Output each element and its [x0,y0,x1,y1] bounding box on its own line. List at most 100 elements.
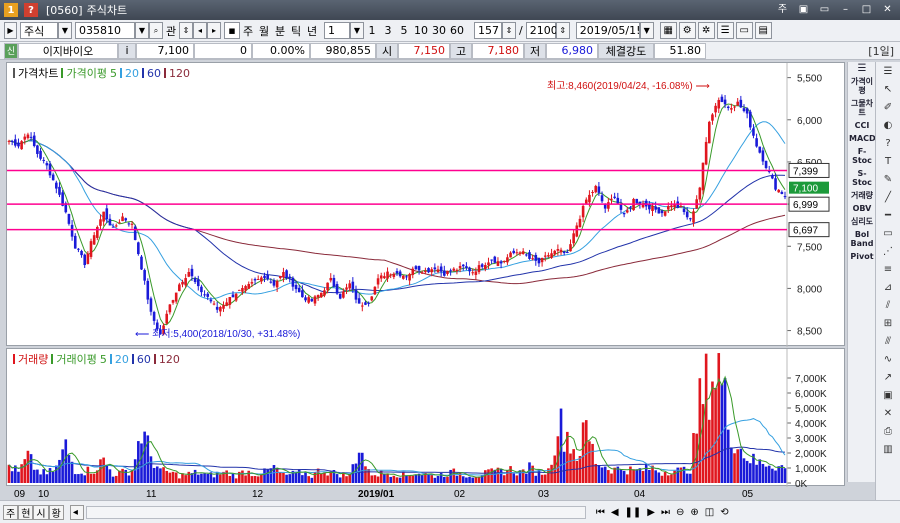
brush-icon[interactable]: ✎ [879,174,897,188]
window-icon[interactable]: ▭ [735,22,753,39]
minute-10[interactable]: 10 [412,22,430,39]
period-day[interactable]: ▪ [224,22,240,39]
delete-icon[interactable]: ✕ [879,408,897,422]
interval-input[interactable]: 1 [324,22,350,39]
volume-bar [36,469,39,483]
sidebar-price-ma[interactable]: 가격이평 [849,77,875,95]
minute-1[interactable]: 1 [364,22,380,39]
market-select[interactable]: 주식 [20,22,58,39]
minute-60[interactable]: 60 [448,22,466,39]
total-input[interactable]: 2100 [525,22,558,39]
count-input[interactable]: 157 [474,22,502,39]
hline-icon[interactable]: ━ [879,210,897,224]
title-btn-link[interactable]: ▭ [818,3,831,16]
minute-30[interactable]: 30 [430,22,448,39]
fan-icon[interactable]: ⋰ [879,246,897,260]
zoom-out-icon[interactable]: ⊖ [676,507,684,518]
sidebar-pivot[interactable]: Pivot [849,252,875,261]
line-icon[interactable]: ╱ [879,192,897,206]
h-scrollbar[interactable] [85,505,586,519]
price-panel[interactable]: 8,5008,0007,5007,0006,5006,0005,5007,399… [6,62,846,347]
chevron-down-icon[interactable]: ▼ [135,22,149,39]
chart-type-icon[interactable]: ▥ [879,444,897,458]
pause-icon[interactable]: ❚❚ [625,507,642,518]
period-week[interactable]: 주 [240,22,256,39]
next-icon[interactable]: ▸ [207,22,221,39]
prev-icon[interactable]: ◂ [193,22,207,39]
title-btn-dock[interactable]: ▣ [797,3,810,16]
play-icon[interactable]: ▶ [647,507,655,518]
zoom-in-icon[interactable]: ⊕ [690,507,698,518]
fit-icon[interactable]: ◫ [705,507,714,518]
sidebar-bolband[interactable]: Bol Band [849,230,875,248]
updown-icon[interactable]: ⇕ [179,22,193,39]
sidebar-fstoc[interactable]: F-Stoc [849,147,875,165]
volume-panel[interactable]: 7,000K 6,000K 5,000K 4,000K 3,000K 2,000K 1,00… [6,348,846,487]
text-icon[interactable]: T [879,156,897,170]
sidebar-cci[interactable]: CCI [849,121,875,130]
minute-3[interactable]: 3 [380,22,396,39]
period-year[interactable]: 년 [304,22,320,39]
period-tick[interactable]: 틱 [288,22,304,39]
spinner-icon[interactable]: ⇕ [502,22,516,39]
title-btn-main[interactable]: 주 [776,3,789,16]
help-icon[interactable]: ? [24,3,38,17]
candle-body [70,224,74,237]
print-icon[interactable]: ⎙ [879,426,897,440]
list-icon[interactable]: ☰ [716,22,734,39]
spinner-icon[interactable]: ⇕ [555,22,570,39]
sidebar-sstoc[interactable]: S-Stoc [849,169,875,187]
date-input[interactable]: 2019/05/1! [575,22,641,39]
eraser-icon[interactable]: ✐ [879,102,897,116]
tab-market[interactable]: 시 [33,504,49,520]
stock-code-input[interactable]: 035810 [75,22,135,39]
config-icon[interactable]: ✲ [697,22,715,39]
sidebar-psych[interactable]: 심리도 [849,217,875,226]
reset-icon[interactable]: ⟲ [720,507,728,518]
play-back-icon[interactable]: ◀ [611,507,619,518]
minute-5[interactable]: 5 [396,22,412,39]
wave-icon[interactable]: ∿ [879,354,897,368]
minimize-button[interactable]: – [839,3,852,16]
sidebar-macd[interactable]: MACD [849,134,876,143]
chevron-down-icon[interactable]: ▼ [350,22,364,39]
period-month[interactable]: 월 [256,22,272,39]
doc-icon[interactable]: ▤ [754,22,772,39]
last-icon[interactable]: ⏭ [661,507,670,518]
sidebar-net-chart[interactable]: 그물차트 [849,99,875,117]
first-icon[interactable]: ⏮ [596,507,605,518]
volume-chart[interactable]: 7,000K 6,000K 5,000K 4,000K 3,000K 2,000K 1,00… [7,349,846,487]
close-button[interactable]: ✕ [881,3,894,16]
question-icon[interactable]: ? [879,138,897,152]
grid-line-icon[interactable]: ⊞ [879,318,897,332]
tools-toggle-icon[interactable]: ☰ [879,66,897,80]
save-icon[interactable]: ▣ [879,390,897,404]
grid-icon[interactable]: ▦ [659,22,677,39]
tab-current[interactable]: 현 [18,504,34,520]
sidebar-toggle[interactable]: ☰ [849,64,875,74]
gann-icon[interactable]: ⊿ [879,282,897,296]
chevron-down-icon[interactable]: ▼ [58,22,72,39]
speed-icon[interactable]: ⫻ [879,336,897,350]
search-icon[interactable]: ⌕ [149,22,163,39]
arrow-icon[interactable]: ▶ [4,22,17,39]
price-chart[interactable]: 8,5008,0007,5007,0006,5006,0005,5007,399… [7,63,846,347]
tab-status[interactable]: 황 [48,504,64,520]
chevron-down-icon[interactable]: ▼ [639,22,654,39]
price-tick-label: 8,500 [797,327,822,338]
tab-main[interactable]: 주 [3,504,19,520]
maximize-button[interactable]: □ [860,3,873,16]
related-button[interactable]: 관 [163,22,179,39]
auto-icon[interactable]: ↗ [879,372,897,386]
fibo-icon[interactable]: ≡ [879,264,897,278]
info-button[interactable]: i [118,42,136,59]
sidebar-volume[interactable]: 거래량 [849,191,875,200]
magnet-icon[interactable]: ◐ [879,120,897,134]
rect-icon[interactable]: ▭ [879,228,897,242]
period-minute[interactable]: 분 [272,22,288,39]
channel-icon[interactable]: ⫽ [879,300,897,314]
gear-icon[interactable]: ⚙ [678,22,696,39]
scroll-left-button[interactable]: ◂ [69,504,84,520]
sidebar-obv[interactable]: OBV [849,204,875,213]
cursor-icon[interactable]: ↖ [879,84,897,98]
